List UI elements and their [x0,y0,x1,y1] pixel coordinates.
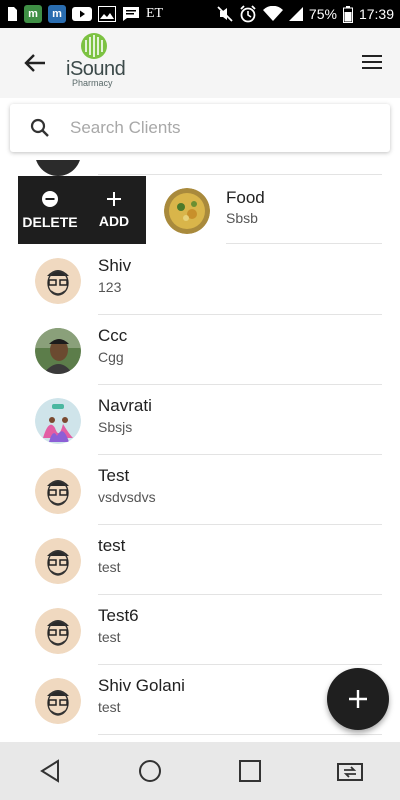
home-circle-icon [139,760,161,782]
delete-label: DELETE [22,214,78,230]
client-name: Shiv Golani [98,676,185,695]
avatar [164,188,210,234]
avatar [35,328,81,374]
recents-square-icon [239,760,261,782]
client-list: DELETE ADD Food Sbsb Shiv 123 Ccc Cgg Na… [0,160,400,740]
list-item[interactable]: Ccc Cgg [0,315,400,385]
m-app-icon: m [48,5,66,23]
add-client-button[interactable] [327,668,389,730]
client-subtitle: test [98,699,121,715]
avatar [35,258,81,304]
avatar [35,678,81,724]
list-item[interactable]: Test vsdvsdvs [0,455,400,525]
client-name: test [98,536,126,555]
list-item[interactable]: Food Sbsb [146,176,382,244]
client-name: Test [98,466,130,485]
sim-icon [6,5,18,23]
client-subtitle: Sbsjs [98,419,133,435]
plus-icon [349,690,367,708]
avatar [35,608,81,654]
avatar [35,468,81,514]
nav-switch-sim-button[interactable] [330,751,370,791]
list-item[interactable]: test test [0,525,400,595]
client-name: Navrati [98,396,152,415]
client-subtitle: Sbsb [226,210,258,226]
alarm-icon [239,5,257,23]
avatar [35,538,81,584]
client-subtitle: 123 [98,279,122,295]
avatar [35,398,81,444]
plus-icon [107,192,121,206]
client-name: Test6 [98,606,139,625]
list-item[interactable]: Navrati Sbsjs [0,385,400,455]
app-bar: iSound Pharmacy [0,28,400,98]
status-time: 17:39 [358,6,394,22]
mute-icon [217,5,233,23]
status-bar: m m ET 75% 17:39 [0,0,400,28]
message-icon [122,5,140,23]
client-name: Shiv [98,256,132,275]
swipe-actions: DELETE ADD [18,176,146,244]
client-name: Ccc [98,326,128,345]
search-box [10,104,390,152]
client-subtitle: test [98,559,121,575]
avatar [35,160,81,176]
list-item[interactable]: Shiv 123 [0,245,400,315]
list-item[interactable]: Test6 test [0,595,400,665]
back-button[interactable] [18,48,52,78]
add-button[interactable]: ADD [82,176,146,244]
search-input[interactable] [70,104,380,152]
switch-sim-icon [337,763,363,781]
status-right-icons: 75% 17:39 [217,5,394,23]
gallery-icon [98,5,116,23]
battery-icon [342,5,353,23]
client-name: Food [226,188,265,207]
et-icon: ET [146,6,164,21]
wifi-icon [262,5,283,23]
status-left-icons: m m ET [6,5,163,23]
client-subtitle: test [98,629,121,645]
back-triangle-icon [40,759,59,783]
search-icon [30,118,49,137]
add-label: ADD [98,213,130,229]
logo-subtitle: Pharmacy [72,78,113,88]
delete-button[interactable]: DELETE [18,176,82,244]
youtube-icon [72,5,92,23]
client-subtitle: Cgg [98,349,124,365]
signal-icon [288,5,303,23]
minus-circle-icon [42,191,58,207]
client-subtitle: vsdvsdvs [98,489,156,505]
nav-home-button[interactable] [130,751,170,791]
arrow-back-icon [24,54,45,72]
hamburger-icon [362,55,382,57]
m-app-icon: m [24,5,42,23]
nav-recents-button[interactable] [230,751,270,791]
menu-button[interactable] [362,48,390,76]
system-nav-bar [0,742,400,800]
nav-back-button[interactable] [30,751,70,791]
battery-percent: 75% [308,6,337,22]
